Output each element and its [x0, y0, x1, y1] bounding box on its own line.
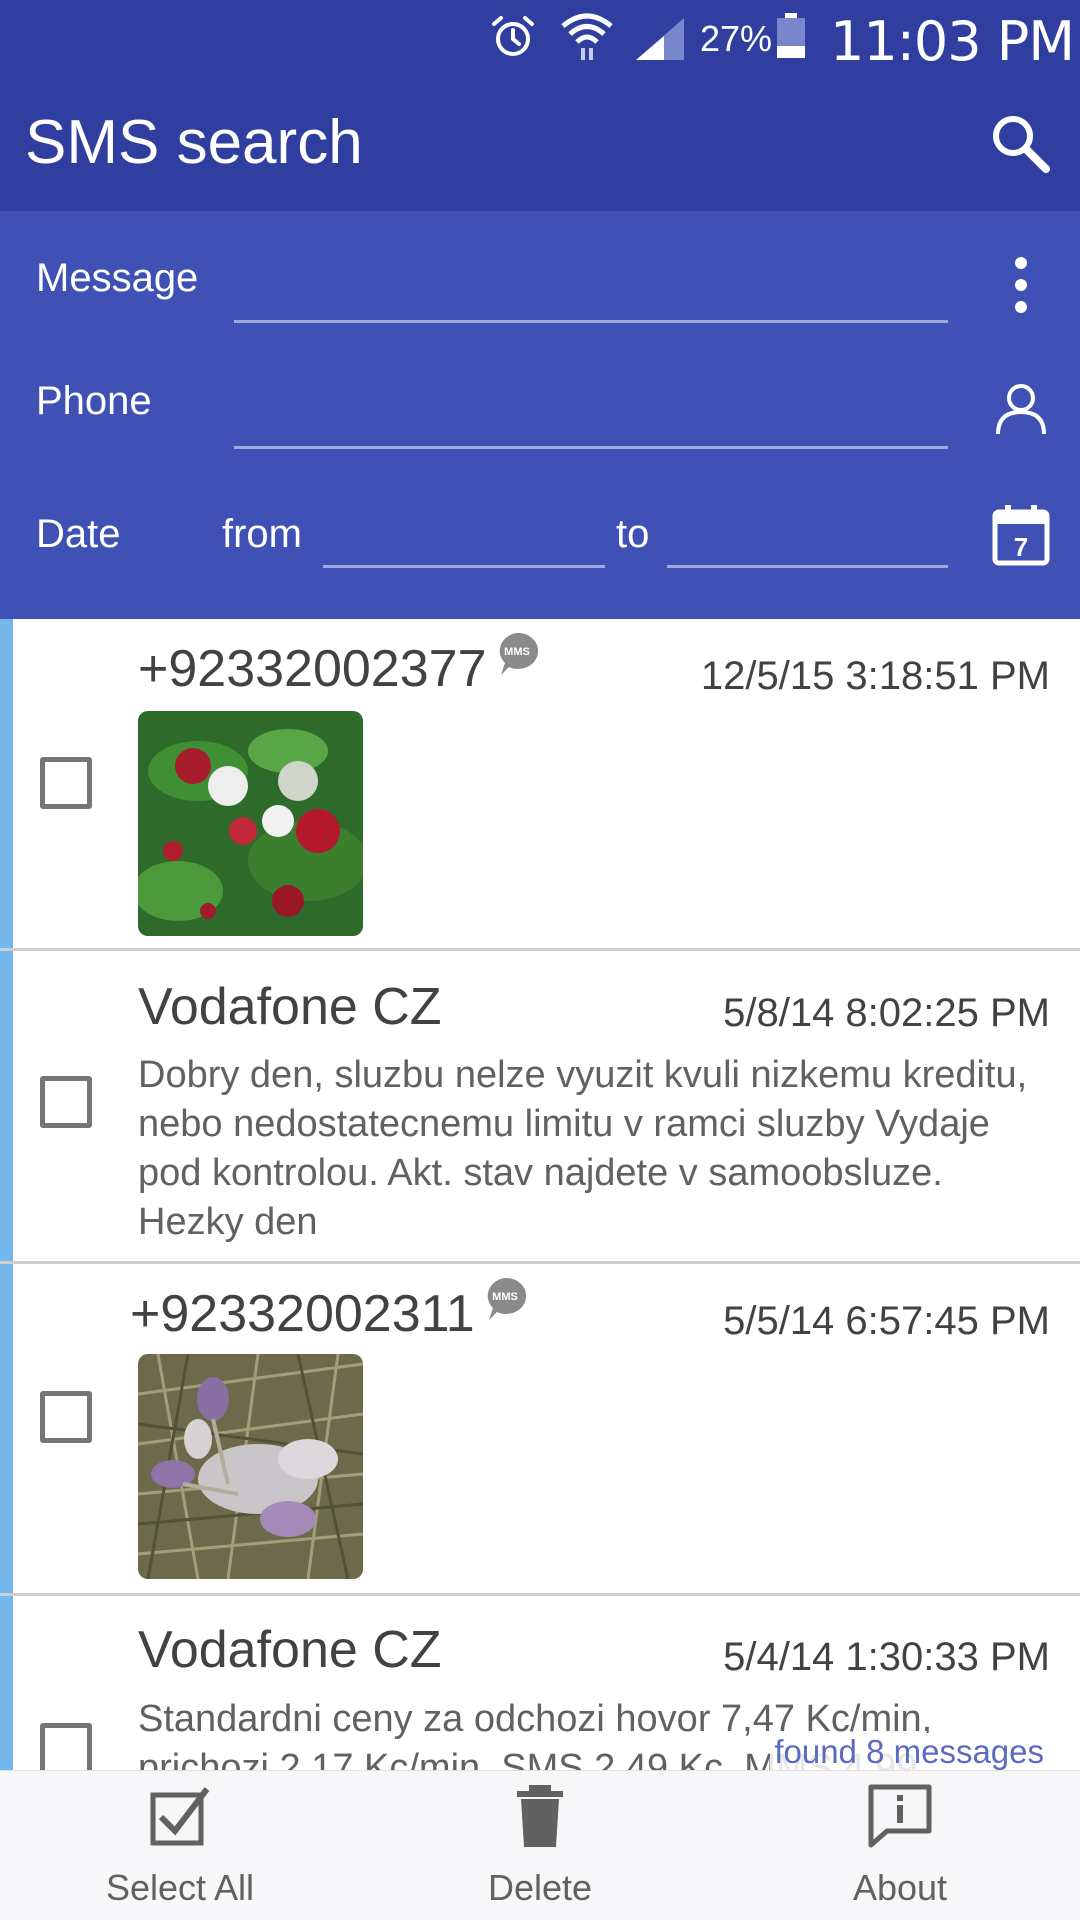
date-to-input[interactable] [667, 516, 948, 568]
phone-label: Phone [36, 379, 152, 423]
selection-stripe [0, 1596, 13, 1770]
message-body: Dobry den, sluzbu nelze vyuzit kvuli niz… [138, 1054, 1028, 1243]
battery-icon [777, 13, 805, 58]
sender: +92332002311 MMS [130, 1277, 527, 1344]
message-label: Message [36, 256, 199, 300]
message-date: 5/4/14 1:30:33 PM [723, 1635, 1050, 1679]
contact-picker-button[interactable] [985, 373, 1057, 445]
item-checkbox[interactable] [40, 1076, 92, 1128]
bottom-action-bar: Select All Delete About [0, 1770, 1080, 1920]
found-count: found 8 messages [770, 1733, 1048, 1771]
about-label: About [852, 1867, 948, 1908]
select-all-button[interactable]: Select All [0, 1771, 360, 1920]
item-checkbox[interactable] [40, 1391, 92, 1443]
sender-text: +92332002377 [138, 640, 487, 698]
date-to-label: to [616, 512, 650, 556]
message-list[interactable]: +92332002377 MMS 12/5/15 3:18:51 PM Voda… [0, 619, 1080, 1770]
alarm-icon [492, 16, 534, 56]
item-checkbox[interactable] [40, 1723, 92, 1770]
overflow-menu-button[interactable] [985, 249, 1057, 321]
app-title: SMS search [25, 108, 363, 177]
more-vert-icon [1015, 257, 1027, 313]
mms-thumbnail-flowers[interactable] [138, 711, 363, 936]
status-bar: 27% 11:03 PM [0, 0, 1080, 77]
message-date: 12/5/15 3:18:51 PM [700, 654, 1050, 698]
wifi-icon [561, 13, 613, 60]
battery-percent: 27% [700, 18, 773, 59]
list-item[interactable]: +92332002311 MMS 5/5/14 6:57:45 PM [0, 1264, 1080, 1596]
person-icon [996, 384, 1046, 435]
signal-icon [636, 18, 684, 60]
checkbox-checked-icon [150, 1787, 210, 1846]
message-date: 5/5/14 6:57:45 PM [723, 1299, 1050, 1343]
calendar-icon: 7 [992, 505, 1050, 566]
message-input[interactable] [234, 271, 948, 323]
sender-text: +92332002311 [130, 1285, 475, 1343]
list-item[interactable]: Vodafone CZ 5/8/14 8:02:25 PM Dobry den,… [0, 951, 1080, 1264]
sender: +92332002377 MMS [138, 632, 539, 699]
mms-badge-icon: MMS [499, 632, 538, 675]
date-label: Date [36, 512, 121, 556]
info-feedback-icon [868, 1784, 932, 1848]
filter-panel: Message Phone Date from to 7 [0, 211, 1080, 619]
selection-stripe [0, 619, 13, 948]
sender: Vodafone CZ [138, 1621, 442, 1679]
list-item[interactable]: +92332002377 MMS 12/5/15 3:18:51 PM [0, 619, 1080, 951]
mms-badge-icon: MMS [487, 1277, 526, 1320]
delete-button[interactable]: Delete [360, 1771, 720, 1920]
sender: Vodafone CZ [138, 978, 442, 1036]
search-button[interactable] [980, 103, 1060, 183]
about-button[interactable]: About [720, 1771, 1080, 1920]
trash-icon [517, 1785, 563, 1847]
svg-text:MMS: MMS [492, 1291, 518, 1303]
mms-thumbnail-pasqueflowers[interactable] [138, 1354, 363, 1579]
app-bar: SMS search [0, 77, 1080, 211]
calendar-day: 7 [1014, 532, 1028, 562]
item-checkbox[interactable] [40, 757, 92, 809]
clock: 11:03 PM [830, 10, 1075, 73]
flower-bouquet-image [138, 711, 363, 936]
phone-input[interactable] [234, 397, 948, 449]
date-from-label: from [222, 512, 302, 556]
svg-text:MMS: MMS [504, 646, 530, 658]
search-icon [993, 116, 1050, 173]
pasqueflower-image [138, 1354, 363, 1579]
selection-stripe [0, 951, 13, 1261]
calendar-button[interactable]: 7 [985, 499, 1057, 571]
selection-stripe [0, 1264, 13, 1593]
delete-label: Delete [487, 1867, 593, 1908]
message-date: 5/8/14 8:02:25 PM [723, 991, 1050, 1035]
date-from-input[interactable] [323, 516, 605, 568]
select-all-label: Select All [105, 1867, 255, 1908]
